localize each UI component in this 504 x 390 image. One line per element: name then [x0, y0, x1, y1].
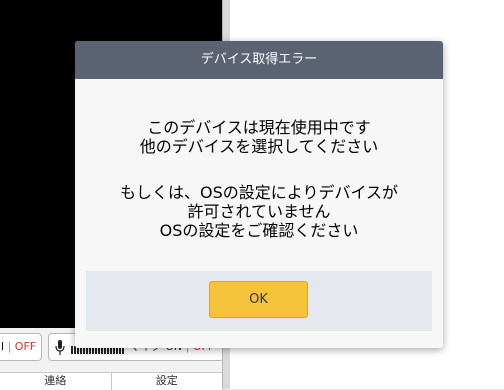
- microphone-icon: [55, 340, 65, 355]
- bottom-tabs: 連絡 設定: [0, 372, 222, 390]
- dialog-footer: OK: [86, 271, 432, 331]
- dialog-title: デバイス取得エラー: [75, 41, 443, 79]
- dialog-message-os-permission: もしくは、OSの設定によりデバイスが 許可されていません OSの設定をご確認くだ…: [75, 179, 443, 240]
- message-line: OSの設定をご確認ください: [159, 221, 359, 240]
- dialog-message-in-use: このデバイスは現在使用中です 他のデバイスを選択してください: [75, 114, 443, 156]
- message-line: 他のデバイスを選択してください: [139, 137, 379, 156]
- ok-button[interactable]: OK: [209, 281, 308, 318]
- tab-contact[interactable]: 連絡: [0, 373, 112, 390]
- message-line: このデバイスは現在使用中です: [147, 118, 371, 137]
- camera-toggle-off[interactable]: OFF: [15, 340, 36, 353]
- camera-toggle[interactable]: l | OFF: [0, 333, 42, 361]
- camera-toggle-on: l: [1, 340, 5, 353]
- tab-settings[interactable]: 設定: [112, 373, 223, 390]
- device-error-dialog: デバイス取得エラー このデバイスは現在使用中です 他のデバイスを選択してください…: [75, 41, 443, 348]
- camera-toggle-separator: |: [7, 340, 12, 353]
- message-line: もしくは、OSの設定によりデバイスが: [120, 183, 398, 202]
